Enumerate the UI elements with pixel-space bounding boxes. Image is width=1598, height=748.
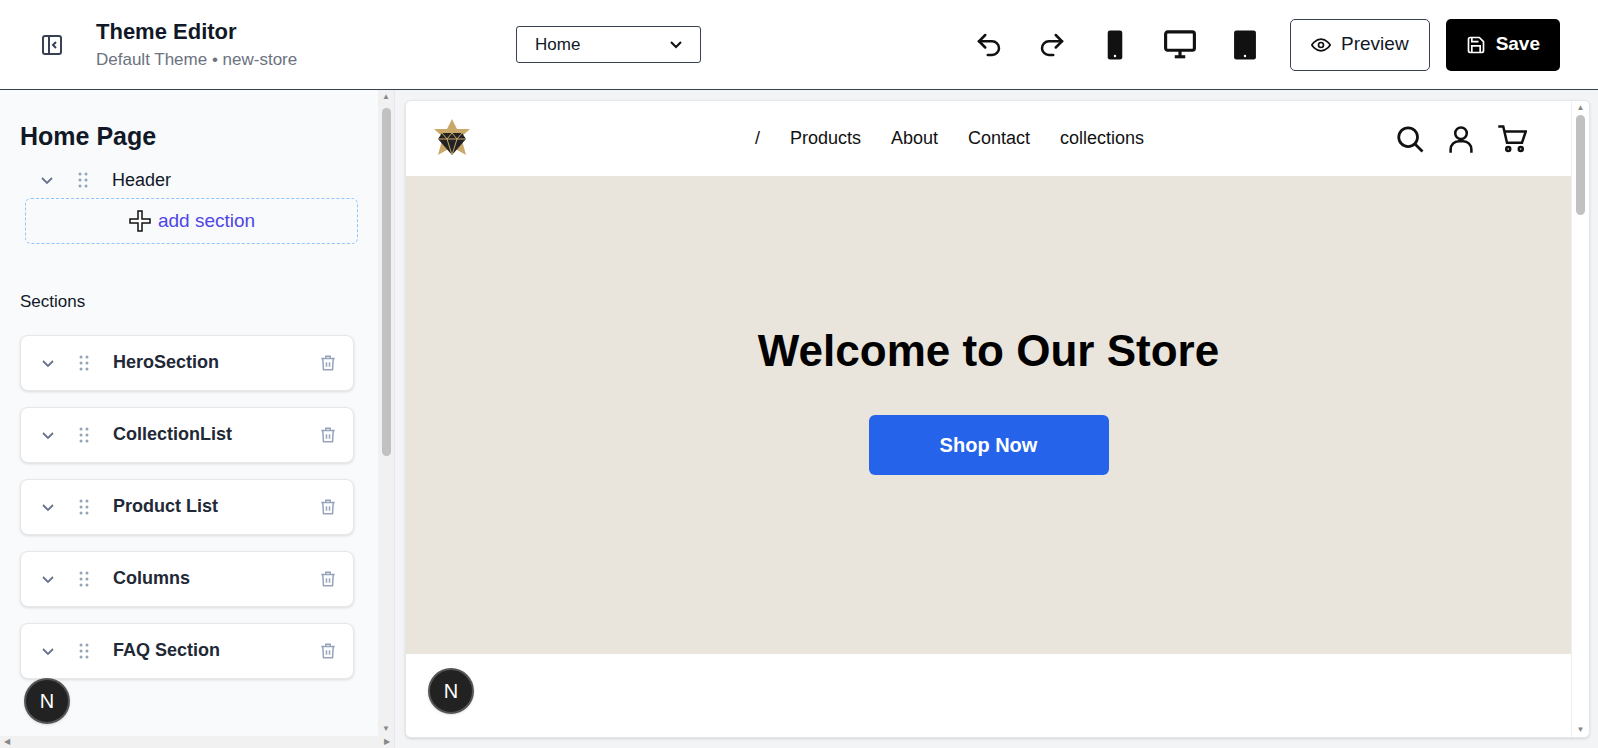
sidebar-toggle-icon[interactable] (38, 31, 66, 59)
section-label: Columns (113, 565, 319, 592)
store-page: / Products About Contact collections Welcome… (406, 101, 1571, 737)
scrollbar-thumb[interactable] (382, 108, 391, 456)
section-card[interactable]: CollectionList (20, 407, 354, 463)
preview-scrollbar[interactable]: ▲ ▼ (1571, 101, 1589, 737)
drag-handle-icon[interactable] (79, 571, 89, 587)
chevron-down-icon (670, 41, 682, 49)
tablet-icon[interactable] (1230, 28, 1260, 62)
nav-link[interactable]: / (755, 125, 760, 152)
chevron-icon[interactable] (41, 355, 57, 371)
drag-handle-icon[interactable] (79, 643, 89, 659)
section-label: CollectionList (113, 421, 319, 448)
preview-button[interactable]: Preview (1290, 19, 1430, 71)
toolbar (974, 28, 1260, 62)
chevron-icon[interactable] (40, 172, 56, 188)
sidebar-content: Home Page Header add section Sections He… (0, 90, 378, 736)
add-section-button[interactable]: add section (25, 198, 358, 244)
top-bar: Theme Editor Default Theme • new-store H… (0, 0, 1598, 90)
hero-section: Welcome to Our Store Shop Now (406, 176, 1571, 654)
plus-icon (128, 209, 152, 233)
drag-handle-icon[interactable] (78, 172, 88, 188)
editor-title: Theme Editor (96, 18, 516, 46)
nav-link[interactable]: About (891, 125, 938, 152)
store-header: / Products About Contact collections (406, 101, 1571, 176)
section-list: HeroSection CollectionList Product List Col… (20, 335, 358, 679)
section-label: FAQ Section (113, 637, 319, 664)
section-card[interactable]: HeroSection (20, 335, 354, 391)
trash-icon[interactable] (319, 497, 337, 517)
chevron-icon[interactable] (41, 571, 57, 587)
section-card[interactable]: Product List (20, 479, 354, 535)
page-title: Home Page (20, 120, 358, 152)
dev-badge[interactable]: N (428, 668, 474, 714)
undo-icon[interactable] (974, 30, 1004, 60)
search-icon[interactable] (1395, 124, 1425, 154)
save-label: Save (1496, 30, 1540, 59)
hero-title: Welcome to Our Store (758, 325, 1219, 377)
trash-icon[interactable] (319, 425, 337, 445)
add-section-label: add section (158, 207, 255, 236)
store-nav: / Products About Contact collections (474, 125, 1395, 152)
sidebar-scrollbar[interactable]: ▲ ▼ (378, 90, 394, 736)
section-label: HeroSection (113, 349, 319, 376)
preview-frame: / Products About Contact collections Welcome… (405, 100, 1590, 738)
section-card[interactable]: FAQ Section (20, 623, 354, 679)
header-label: Header (112, 167, 171, 194)
cart-icon[interactable] (1497, 124, 1527, 154)
user-icon[interactable] (1447, 124, 1475, 154)
trash-icon[interactable] (319, 569, 337, 589)
chevron-icon[interactable] (41, 499, 57, 515)
sidebar: Home Page Header add section Sections He… (0, 90, 395, 748)
save-button[interactable]: Save (1446, 19, 1560, 71)
sections-label: Sections (20, 289, 358, 315)
sidebar-hscrollbar[interactable]: ◀▶ (0, 736, 394, 748)
trash-icon[interactable] (319, 353, 337, 373)
chevron-icon[interactable] (41, 427, 57, 443)
floppy-icon (1466, 35, 1486, 55)
trash-icon[interactable] (319, 641, 337, 661)
diamond-logo-icon[interactable] (430, 117, 474, 161)
shop-now-button[interactable]: Shop Now (869, 415, 1109, 475)
editor-subtitle: Default Theme • new-store (96, 48, 516, 72)
nav-link[interactable]: Contact (968, 125, 1030, 152)
redo-icon[interactable] (1037, 30, 1067, 60)
preview-label: Preview (1341, 30, 1409, 59)
workspace: Home Page Header add section Sections He… (0, 90, 1598, 748)
page-select-value: Home (535, 32, 580, 58)
section-card[interactable]: Columns (20, 551, 354, 607)
section-label: Product List (113, 493, 319, 520)
nav-link[interactable]: collections (1060, 125, 1144, 152)
drag-handle-icon[interactable] (79, 355, 89, 371)
drag-handle-icon[interactable] (79, 427, 89, 443)
desktop-icon[interactable] (1163, 29, 1197, 61)
dev-badge[interactable]: N (24, 678, 70, 724)
theme-editor: Theme Editor Default Theme • new-store H… (0, 0, 1598, 748)
mobile-icon[interactable] (1100, 28, 1130, 62)
drag-handle-icon[interactable] (79, 499, 89, 515)
scrollbar-thumb[interactable] (1576, 115, 1585, 215)
chevron-icon[interactable] (41, 643, 57, 659)
nav-link[interactable]: Products (790, 125, 861, 152)
store-actions (1395, 124, 1547, 154)
preview-area: / Products About Contact collections Welcome… (395, 90, 1598, 748)
title-block: Theme Editor Default Theme • new-store (96, 18, 516, 72)
eye-icon (1311, 35, 1331, 55)
header-item[interactable]: Header (20, 162, 358, 198)
page-select[interactable]: Home (516, 26, 701, 63)
